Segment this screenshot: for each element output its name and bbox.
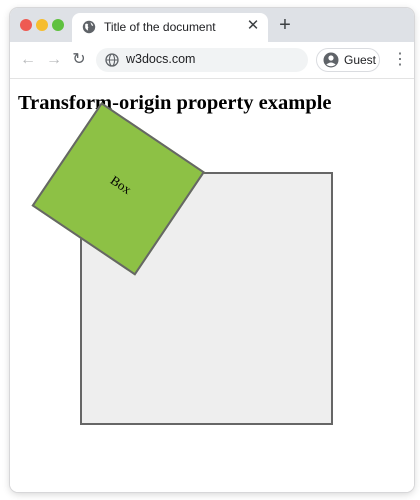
forward-arrow-icon[interactable]: → [45, 51, 63, 69]
globe-icon [82, 20, 96, 34]
avatar-icon [323, 52, 339, 68]
page-content: Transform-origin property example Box [10, 79, 414, 492]
rotated-box: Box [31, 102, 205, 276]
maximize-window-button[interactable] [52, 19, 64, 31]
close-tab-icon[interactable]: ✕ [246, 18, 260, 33]
tab-strip: Title of the document ✕ + [10, 8, 414, 42]
back-arrow-icon[interactable]: ← [19, 51, 37, 69]
demo-container: Box [31, 102, 333, 425]
url-text: w3docs.com [126, 52, 196, 66]
tab-title: Title of the document [104, 20, 216, 34]
more-vertical-icon[interactable]: ⋮ [392, 51, 408, 69]
page-title: Transform-origin property example [18, 92, 332, 114]
close-window-button[interactable] [20, 19, 32, 31]
globe-icon [105, 53, 119, 67]
box-label: Box [107, 172, 135, 197]
toolbar: ← → ↻ w3docs.com Guest ⋮ [10, 42, 414, 79]
minimize-window-button[interactable] [36, 19, 48, 31]
reload-icon[interactable]: ↻ [70, 51, 88, 69]
profile-button[interactable]: Guest [316, 48, 380, 72]
browser-window: Title of the document ✕ + ← → ↻ w3docs.c… [10, 8, 414, 492]
profile-label: Guest [344, 53, 377, 67]
tab-active[interactable]: Title of the document ✕ [72, 13, 268, 42]
address-bar[interactable]: w3docs.com [96, 48, 308, 72]
new-tab-button[interactable]: + [276, 15, 294, 35]
